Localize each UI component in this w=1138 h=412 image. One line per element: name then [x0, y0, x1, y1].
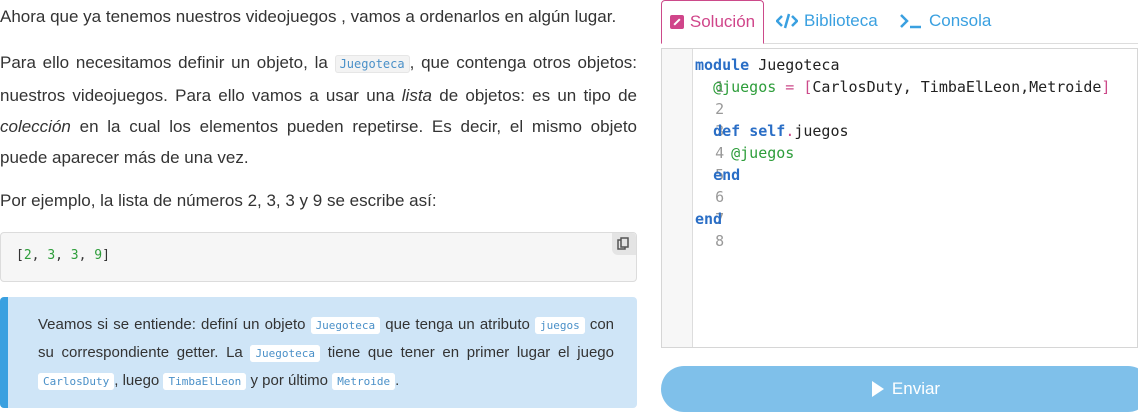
copy-button[interactable] [612, 233, 636, 255]
code-line: 7 [715, 210, 725, 228]
inline-code-juegoteca: Juegoteca [334, 55, 410, 73]
intro-paragraph: Ahora que ya tenemos nuestros videojuego… [0, 7, 617, 26]
tab-consola[interactable]: Consola [899, 0, 991, 42]
code-line: 5 @juegos [715, 144, 795, 184]
example-paragraph: Por ejemplo, la lista de números 2, 3, 3… [0, 191, 437, 210]
code-line: 8 end [695, 210, 725, 250]
copy-icon [617, 237, 629, 250]
edit-icon [669, 15, 684, 29]
code-editor[interactable]: 1 module Juegoteca 2 @juegos = [CarlosDu… [661, 48, 1138, 348]
code-icon [776, 13, 798, 29]
tab-biblioteca[interactable]: Biblioteca [776, 0, 878, 42]
code-line: 1 module Juegoteca [695, 56, 840, 96]
submit-button[interactable]: Enviar [661, 366, 1138, 412]
editor-tabs: Solución Biblioteca Consola [661, 0, 1138, 44]
code-line: 3 [715, 122, 725, 140]
code-line: 2 @juegos = [CarlosDuty, TimbaElLeon,Met… [713, 78, 1111, 118]
play-icon [871, 381, 884, 397]
explanation-paragraph: Para ello necesitamos definir un objeto,… [0, 53, 637, 167]
tab-solucion[interactable]: Solución [661, 0, 764, 44]
code-line: 4 def self.juegos [713, 122, 849, 162]
example-code-block: [2, 3, 3, 9] [0, 232, 637, 282]
instructions-text: Veamos si se entiende: definí un objeto … [38, 316, 615, 390]
terminal-icon [900, 14, 921, 29]
code-line: 6 end [713, 166, 741, 206]
example-code: [2, 3, 3, 9] [16, 248, 110, 263]
instructions-alert: Veamos si se entiende: definí un objeto … [0, 297, 637, 408]
